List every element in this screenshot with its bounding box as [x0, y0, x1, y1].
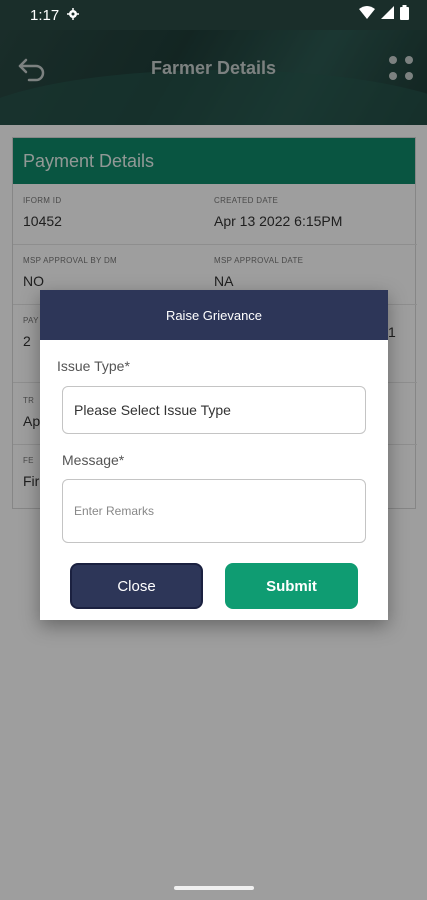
message-label: Message* [62, 452, 125, 468]
remarks-input[interactable]: Enter Remarks [62, 479, 366, 543]
dialog-title: Raise Grievance [40, 290, 388, 340]
status-right [359, 5, 409, 25]
close-button[interactable]: Close [70, 563, 203, 609]
submit-button[interactable]: Submit [225, 563, 358, 609]
settings-gear-icon [67, 7, 80, 24]
issue-type-label: Issue Type* [57, 358, 130, 374]
battery-icon [400, 5, 409, 25]
issue-type-select[interactable]: Please Select Issue Type [62, 386, 366, 434]
issue-type-value: Please Select Issue Type [74, 402, 231, 418]
signal-icon [381, 6, 394, 24]
status-time: 1:17 [30, 6, 60, 24]
status-bar: 1:17 [0, 0, 427, 30]
remarks-placeholder: Enter Remarks [74, 504, 155, 518]
wifi-icon [359, 6, 375, 24]
raise-grievance-dialog: Raise Grievance Issue Type* Please Selec… [40, 290, 388, 620]
status-left: 1:17 [30, 6, 80, 24]
gesture-nav-handle[interactable] [174, 886, 254, 890]
